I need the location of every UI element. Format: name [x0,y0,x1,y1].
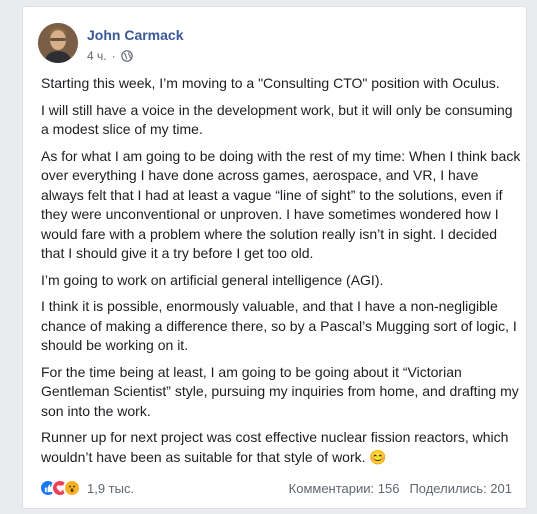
wow-icon [63,479,81,497]
avatar-image [38,23,78,63]
post-paragraph: Starting this week, I’m moving to a "Con… [41,75,500,91]
post-paragraph: For the time being at least, I am going … [41,363,519,419]
post-paragraph: Runner up for next project was cost effe… [41,429,509,465]
shares-count-link[interactable]: Поделились: 201 [409,481,512,496]
author-name[interactable]: John Carmack [87,27,183,43]
avatar[interactable] [38,23,78,63]
post-paragraph: As for what I am going to be doing with … [41,147,521,262]
reactions-summary[interactable]: 1,9 тыс. [39,479,134,497]
post-stats: Комментарии: 156 Поделились: 201 [289,481,512,496]
post-meta: 4 ч. · [87,49,133,63]
post-paragraph: I think it is possible, enormously valua… [41,298,517,353]
meta-separator: · [111,49,116,63]
comments-count-link[interactable]: Комментарии: 156 [289,481,400,496]
post-paragraph: I will still have a voice in the develop… [41,101,513,138]
post-paragraph: I’m going to work on artificial general … [41,271,384,288]
post-card: John Carmack 4 ч. · Starting this week, … [22,6,527,509]
post-body: Starting this week, I’m moving to a "Con… [41,74,521,474]
reaction-count: 1,9 тыс. [87,480,135,496]
post-timestamp[interactable]: 4 ч. [87,49,107,63]
globe-icon[interactable] [120,50,133,62]
